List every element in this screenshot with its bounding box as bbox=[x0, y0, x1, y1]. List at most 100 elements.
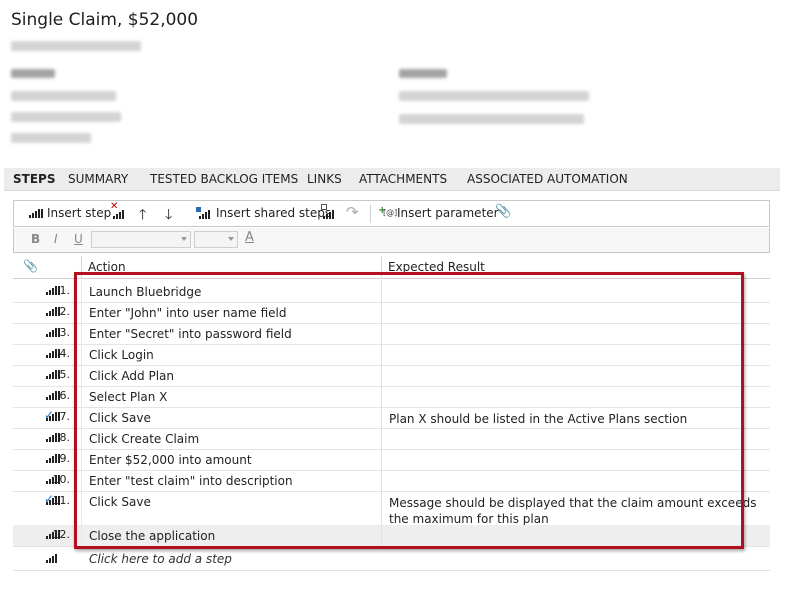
column-divider bbox=[81, 302, 82, 323]
step-action[interactable]: Click Add Plan bbox=[89, 369, 174, 383]
move-up-button[interactable]: 🡑 bbox=[139, 204, 146, 228]
attachment-column-icon: 📎 bbox=[23, 259, 38, 273]
step-row[interactable]: 3. Enter "Secret" into password field bbox=[13, 323, 770, 345]
step-number: 9. bbox=[59, 452, 71, 465]
column-header-action[interactable]: Action bbox=[88, 260, 126, 274]
step-row[interactable]: ✓ 11. Click Save Message should be displaye… bbox=[13, 491, 770, 526]
tab-bar: STEPS SUMMARY TESTED BACKLOG ITEMS LINKS… bbox=[4, 168, 780, 191]
delete-step-icon: ✕ bbox=[110, 201, 126, 220]
tab-associated-automation[interactable]: ASSOCIATED AUTOMATION bbox=[467, 172, 628, 186]
step-row[interactable]: 8. Click Create Claim bbox=[13, 428, 770, 450]
column-divider bbox=[381, 449, 382, 470]
column-divider bbox=[81, 449, 82, 470]
font-color-button[interactable]: A bbox=[245, 230, 254, 245]
tab-links[interactable]: LINKS bbox=[307, 172, 342, 186]
delete-step-button[interactable]: ✕ bbox=[110, 201, 126, 220]
attach-button[interactable]: 📎 bbox=[495, 204, 511, 219]
insert-parameter-button[interactable]: + [@] Insert parameter bbox=[378, 205, 499, 220]
font-family-select[interactable] bbox=[91, 231, 191, 248]
insert-step-icon bbox=[29, 208, 43, 218]
step-expected-result[interactable]: Message should be displayed that the cla… bbox=[389, 495, 759, 527]
step-icon bbox=[46, 554, 60, 563]
format-bar: B I U A bbox=[13, 228, 770, 253]
step-action[interactable]: Enter $52,000 into amount bbox=[89, 453, 252, 467]
step-row[interactable]: 10. Enter "test claim" into description bbox=[13, 470, 770, 492]
step-row[interactable]: 1. Launch Bluebridge bbox=[13, 281, 770, 303]
step-row[interactable]: 9. Enter $52,000 into amount bbox=[13, 449, 770, 471]
insert-shared-steps-button[interactable]: Insert shared steps bbox=[196, 206, 331, 220]
step-row[interactable]: 2. Enter "John" into user name field bbox=[13, 302, 770, 324]
step-number: 8. bbox=[59, 431, 71, 444]
underline-button[interactable]: U bbox=[74, 232, 83, 246]
tab-summary[interactable]: SUMMARY bbox=[68, 172, 128, 186]
step-number: 5. bbox=[59, 368, 71, 381]
tab-tested-backlog-items[interactable]: TESTED BACKLOG ITEMS bbox=[150, 172, 298, 186]
column-divider bbox=[81, 386, 82, 407]
tab-steps[interactable]: STEPS bbox=[13, 172, 55, 186]
toolbar-divider bbox=[370, 205, 371, 223]
step-row[interactable]: ✓ 7. Click Save Plan X should be listed in … bbox=[13, 407, 770, 429]
step-row[interactable]: 12. Close the application bbox=[13, 525, 770, 547]
chevron-down-icon bbox=[181, 237, 187, 241]
column-divider bbox=[381, 470, 382, 491]
column-divider bbox=[381, 365, 382, 386]
insert-step-button[interactable]: Insert step bbox=[29, 206, 111, 220]
redo-button[interactable]: ↷ bbox=[346, 203, 359, 221]
font-size-select[interactable] bbox=[194, 231, 238, 248]
column-divider bbox=[381, 256, 382, 278]
step-number: 4. bbox=[59, 347, 71, 360]
step-action[interactable]: Enter "Secret" into password field bbox=[89, 327, 292, 341]
create-shared-steps-icon bbox=[320, 204, 336, 220]
column-divider bbox=[381, 281, 382, 302]
step-number: 11. bbox=[52, 494, 71, 507]
step-row[interactable]: 6. Select Plan X bbox=[13, 386, 770, 408]
step-number: 3. bbox=[59, 326, 71, 339]
column-divider bbox=[81, 323, 82, 344]
step-action[interactable]: Enter "John" into user name field bbox=[89, 306, 287, 320]
step-action[interactable]: Click Save bbox=[89, 495, 151, 509]
step-action[interactable]: Click Create Claim bbox=[89, 432, 199, 446]
step-row[interactable]: 4. Click Login bbox=[13, 344, 770, 366]
column-divider bbox=[81, 428, 82, 449]
shared-steps-icon bbox=[196, 207, 212, 219]
step-action[interactable]: Click Save bbox=[89, 411, 151, 425]
step-number: 10. bbox=[52, 473, 71, 486]
move-down-button[interactable]: 🡓 bbox=[165, 204, 172, 228]
arrow-down-icon: 🡓 bbox=[165, 207, 173, 223]
column-divider bbox=[381, 344, 382, 365]
steps-toolbar: Insert step ✕ 🡑 🡓 Insert shared steps ↷ … bbox=[13, 200, 770, 227]
column-header-expected-result[interactable]: Expected Result bbox=[388, 260, 485, 274]
column-divider bbox=[81, 525, 82, 546]
column-divider bbox=[81, 407, 82, 428]
column-divider bbox=[381, 491, 382, 525]
column-divider bbox=[81, 281, 82, 302]
step-number: 12. bbox=[52, 528, 71, 541]
column-divider bbox=[81, 344, 82, 365]
step-expected-result[interactable]: Plan X should be listed in the Active Pl… bbox=[389, 411, 759, 427]
column-divider bbox=[381, 407, 382, 428]
column-divider bbox=[381, 428, 382, 449]
column-divider bbox=[381, 302, 382, 323]
step-number: 1. bbox=[59, 284, 71, 297]
bold-button[interactable]: B bbox=[31, 232, 40, 246]
column-divider bbox=[81, 365, 82, 386]
step-number: 2. bbox=[59, 305, 71, 318]
paperclip-icon: 📎 bbox=[495, 204, 512, 219]
column-divider bbox=[381, 386, 382, 407]
column-divider bbox=[81, 491, 82, 525]
column-divider bbox=[381, 323, 382, 344]
add-step-row[interactable]: Click here to add a step bbox=[13, 550, 770, 571]
tab-attachments[interactable]: ATTACHMENTS bbox=[359, 172, 447, 186]
step-action[interactable]: Close the application bbox=[89, 529, 215, 543]
italic-button[interactable]: I bbox=[54, 232, 58, 246]
steps-grid-header: 📎 Action Expected Result bbox=[13, 256, 770, 279]
step-action[interactable]: Launch Bluebridge bbox=[89, 285, 201, 299]
step-action[interactable]: Select Plan X bbox=[89, 390, 167, 404]
add-step-prompt[interactable]: Click here to add a step bbox=[89, 552, 232, 566]
step-action[interactable]: Click Login bbox=[89, 348, 154, 362]
create-shared-steps-button[interactable] bbox=[320, 204, 336, 220]
column-divider bbox=[81, 256, 82, 278]
step-row[interactable]: 5. Click Add Plan bbox=[13, 365, 770, 387]
step-action[interactable]: Enter "test claim" into description bbox=[89, 474, 293, 488]
step-number: 7. bbox=[59, 410, 71, 423]
